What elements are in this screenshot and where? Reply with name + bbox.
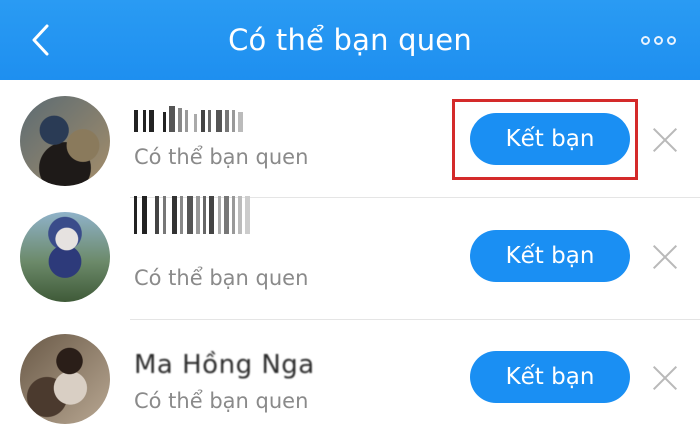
list-item: Có thể bạn quen Kết bạn: [0, 196, 700, 320]
close-icon[interactable]: [651, 126, 679, 154]
add-friend-button[interactable]: Kết bạn: [470, 230, 630, 282]
avatar[interactable]: [20, 212, 110, 302]
suggestion-subtitle: Có thể bạn quen: [134, 266, 309, 290]
suggestion-subtitle: Có thể bạn quen: [134, 145, 309, 169]
add-friend-button[interactable]: Kết bạn: [470, 113, 630, 165]
close-icon[interactable]: [651, 364, 679, 392]
add-friend-button[interactable]: Kết bạn: [470, 351, 630, 403]
top-bar: Có thể bạn quen: [0, 0, 700, 80]
page-title: Có thể bạn quen: [228, 23, 472, 57]
name-redacted: [134, 190, 250, 234]
list-item: Ma Hồng Nga Có thể bạn quen Kết bạn: [0, 320, 700, 438]
list-item: Có thể bạn quen Kết bạn: [0, 80, 700, 198]
more-dots-icon: [640, 35, 650, 45]
suggestion-subtitle: Có thể bạn quen: [134, 389, 309, 413]
name-redacted: [134, 102, 243, 132]
more-options-button[interactable]: [634, 26, 682, 54]
close-icon[interactable]: [651, 243, 679, 271]
suggestion-name: Ma Hồng Nga: [134, 350, 315, 380]
avatar[interactable]: [20, 334, 110, 424]
avatar[interactable]: [20, 96, 110, 186]
